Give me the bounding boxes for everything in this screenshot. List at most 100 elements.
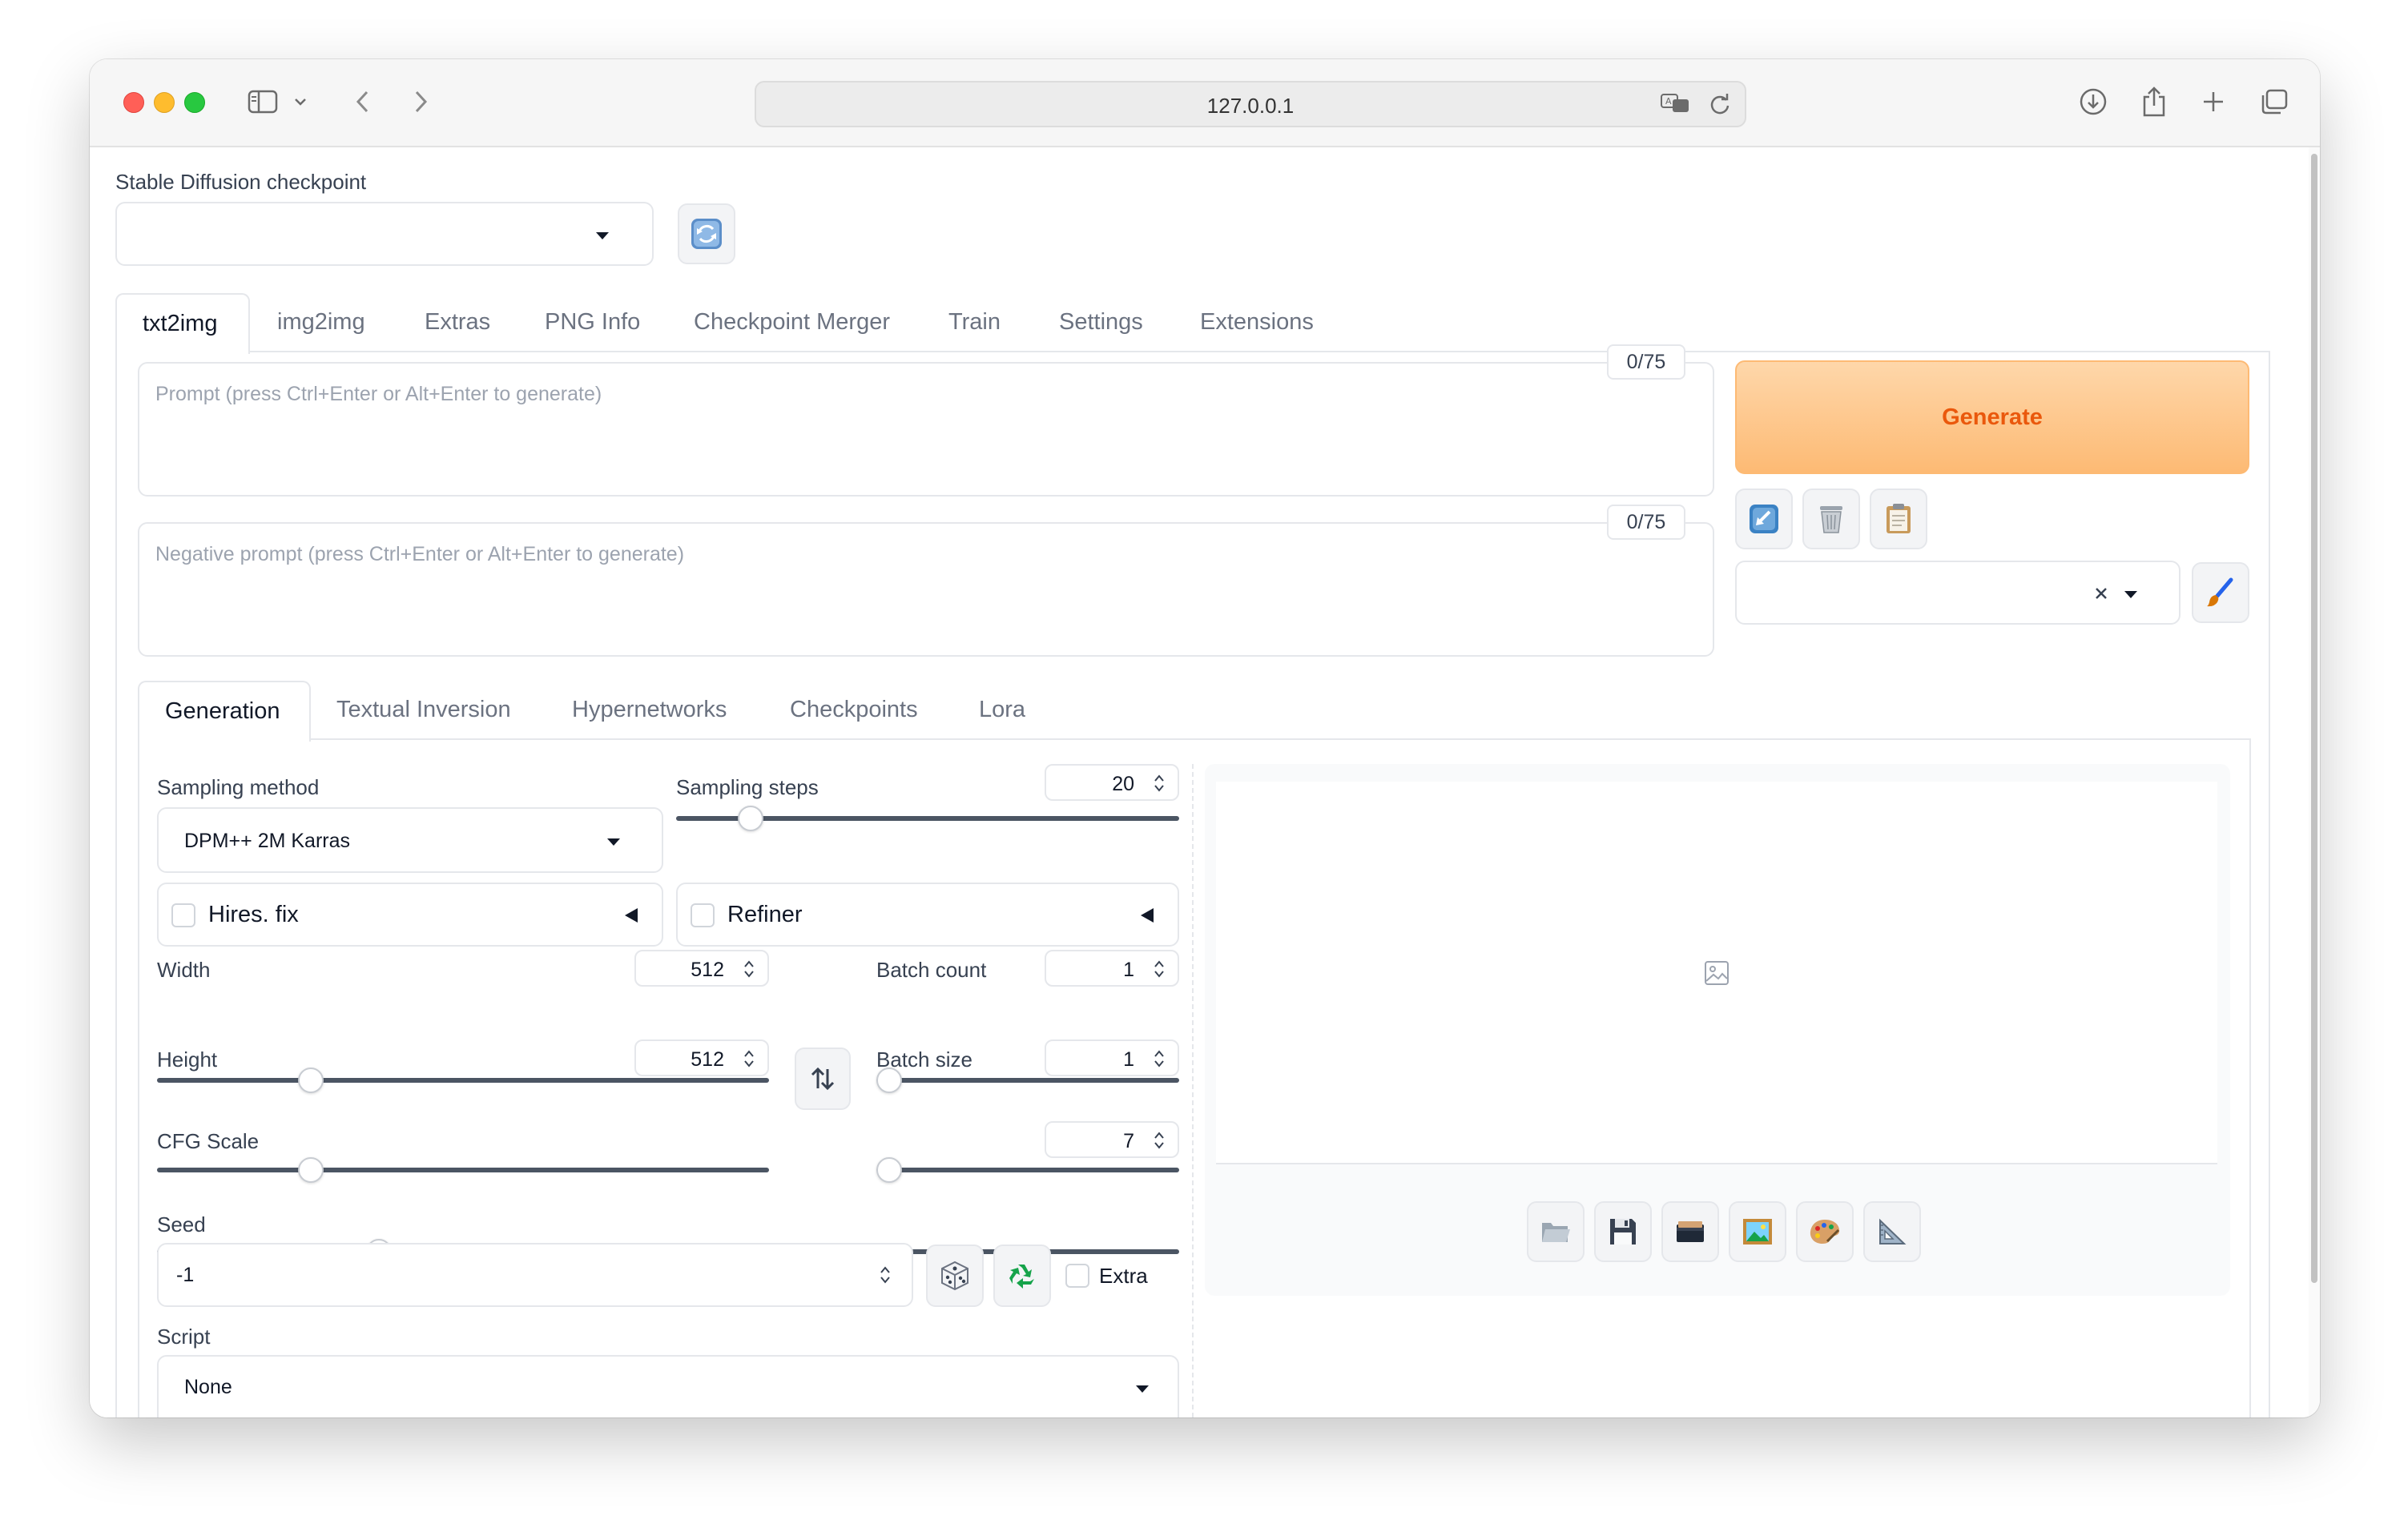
browser-window: 127.0.0.1 A Stable Diffusion checkpoint (90, 59, 2320, 1417)
height-track (157, 1168, 769, 1172)
random-seed-button[interactable] (926, 1244, 984, 1307)
script-dropdown[interactable]: None (157, 1355, 1179, 1417)
send-to-extras-button[interactable] (1863, 1201, 1921, 1262)
width-slider[interactable] (297, 1068, 324, 1093)
batch-count-track (876, 1078, 1179, 1083)
arrow-icon (1750, 505, 1778, 533)
tab-extensions[interactable]: Extensions (1200, 309, 1314, 336)
clear-x-icon[interactable] (2089, 581, 2113, 609)
send-to-inpaint-button[interactable] (1796, 1201, 1854, 1262)
save-button[interactable] (1594, 1201, 1652, 1262)
address-bar[interactable]: 127.0.0.1 A (755, 81, 1746, 127)
maximize-window-button[interactable] (184, 92, 205, 113)
tab-textual-inversion[interactable]: Textual Inversion (336, 697, 511, 723)
back-icon[interactable] (344, 83, 381, 120)
hires-fix-checkbox[interactable] (171, 903, 195, 927)
share-icon[interactable] (2136, 83, 2172, 120)
chevron-down-icon (1136, 1385, 1149, 1393)
page-scrollbar[interactable] (2309, 147, 2320, 1417)
batch-size-input[interactable]: 1 (1045, 1039, 1179, 1076)
trash-icon (1820, 506, 1842, 533)
image-icon (1743, 1219, 1772, 1244)
sampling-steps-slider[interactable] (738, 806, 764, 831)
checkpoint-dropdown[interactable] (115, 202, 654, 266)
tab-generation-label: Generation (165, 698, 280, 724)
batch-size-slider[interactable] (876, 1157, 902, 1183)
chevron-down-icon[interactable] (288, 83, 312, 120)
page-scrollbar-thumb[interactable] (2311, 154, 2317, 1283)
sampling-method-value: DPM++ 2M Karras (184, 830, 351, 852)
tab-generation[interactable]: Generation (138, 681, 311, 742)
forward-icon[interactable] (402, 83, 439, 120)
cfg-scale-input[interactable]: 7 (1045, 1121, 1179, 1158)
main-tabs-divider (115, 351, 2270, 352)
checkpoint-label: Stable Diffusion checkpoint (115, 170, 367, 194)
generate-button[interactable]: Generate (1735, 360, 2249, 474)
height-input[interactable]: 512 (634, 1039, 769, 1076)
reuse-seed-button[interactable] (993, 1244, 1051, 1307)
download-icon[interactable] (2075, 83, 2112, 120)
tab-checkpoint-merger[interactable]: Checkpoint Merger (694, 309, 890, 336)
spinner-icon (1154, 960, 1164, 978)
height-slider[interactable] (297, 1157, 324, 1183)
tab-img2img[interactable]: img2img (277, 309, 365, 336)
paintbrush-icon (2207, 577, 2233, 607)
folder-icon (1542, 1223, 1570, 1242)
script-value: None (184, 1376, 232, 1398)
negative-prompt-placeholder: Negative prompt (press Ctrl+Enter or Alt… (155, 543, 685, 565)
edit-styles-button[interactable] (2192, 562, 2249, 623)
sampling-method-dropdown[interactable]: DPM++ 2M Karras (157, 807, 663, 873)
tab-png-info[interactable]: PNG Info (545, 309, 640, 336)
script-label: Script (157, 1325, 211, 1349)
minimize-window-button[interactable] (154, 92, 175, 113)
negative-prompt-textarea[interactable]: Negative prompt (press Ctrl+Enter or Alt… (138, 522, 1714, 657)
tab-overview-icon[interactable] (2256, 83, 2293, 120)
seed-input[interactable]: -1 (157, 1243, 913, 1307)
save-icon (1610, 1219, 1636, 1244)
chevron-down-icon (2124, 591, 2137, 598)
new-tab-icon[interactable] (2195, 83, 2232, 120)
hires-fix-label: Hires. fix (208, 902, 299, 927)
extra-seed-checkbox[interactable] (1065, 1264, 1089, 1288)
width-value: 512 (691, 959, 724, 981)
output-gallery (1216, 782, 2217, 1164)
hires-fix-accordion[interactable]: Hires. fix (157, 883, 663, 947)
batch-count-label: Batch count (876, 958, 987, 982)
generate-label: Generate (1942, 404, 2043, 430)
webui-page: Stable Diffusion checkpoint txt2img img2… (90, 147, 2320, 1417)
tab-checkpoints[interactable]: Checkpoints (790, 697, 918, 723)
styles-dropdown[interactable] (1735, 561, 2180, 625)
close-window-button[interactable] (123, 92, 144, 113)
width-input[interactable]: 512 (634, 950, 769, 987)
tab-lora[interactable]: Lora (979, 697, 1025, 723)
open-folder-button[interactable] (1527, 1201, 1585, 1262)
translate-icon[interactable]: A (1660, 92, 1692, 119)
sampling-steps-value: 20 (1112, 773, 1134, 795)
batch-size-track (876, 1168, 1179, 1172)
swap-dimensions-button[interactable] (795, 1047, 851, 1110)
panel-right-border (2269, 351, 2270, 1417)
refiner-checkbox[interactable] (691, 903, 715, 927)
dice-icon (941, 1261, 968, 1291)
sampling-steps-input[interactable]: 20 (1045, 764, 1179, 801)
refresh-checkpoints-button[interactable] (678, 203, 735, 264)
tab-txt2img[interactable]: txt2img (115, 293, 250, 354)
swap-icon (811, 1067, 835, 1091)
batch-count-input[interactable]: 1 (1045, 950, 1179, 987)
tab-settings[interactable]: Settings (1059, 309, 1143, 336)
tab-hypernetworks[interactable]: Hypernetworks (572, 697, 727, 723)
reload-icon[interactable] (1708, 92, 1732, 120)
tab-train[interactable]: Train (948, 309, 1001, 336)
zip-button[interactable] (1661, 1201, 1719, 1262)
send-to-img2img-button[interactable] (1729, 1201, 1786, 1262)
cfg-scale-value: 7 (1123, 1130, 1134, 1152)
clear-prompt-button[interactable] (1802, 489, 1860, 549)
apply-styles-button[interactable] (1870, 489, 1927, 549)
read-params-button[interactable] (1735, 489, 1793, 549)
sidebar-toggle-icon[interactable] (245, 83, 282, 120)
tab-extras[interactable]: Extras (425, 309, 490, 336)
prompt-textarea[interactable]: Prompt (press Ctrl+Enter or Alt+Enter to… (138, 362, 1714, 497)
chevron-down-icon (607, 838, 620, 846)
prompt-placeholder: Prompt (press Ctrl+Enter or Alt+Enter to… (155, 383, 602, 405)
refiner-accordion[interactable]: Refiner (676, 883, 1179, 947)
